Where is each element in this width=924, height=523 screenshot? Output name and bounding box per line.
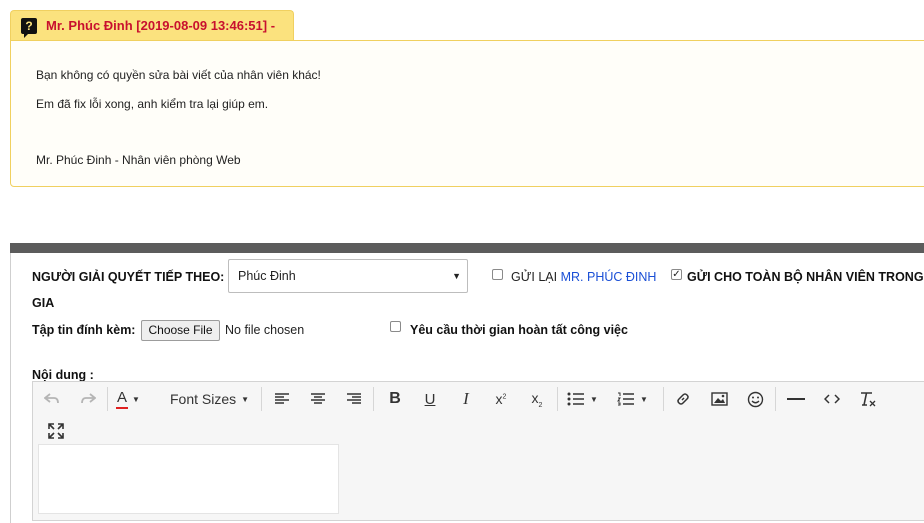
italic-icon: I [463,389,469,408]
image-icon [710,392,728,406]
subscript-icon: x2 [531,389,543,409]
toolbar-separator [261,387,262,411]
toolbar-separator [107,387,108,411]
text-color-icon: A [116,389,129,409]
deadline-checkbox[interactable] [390,321,401,332]
bold-icon: B [389,390,401,407]
fullscreen-icon [48,423,64,439]
caret-down-icon: ▼ [241,394,250,404]
next-handler-select[interactable]: Phúc Đinh ▼ [228,259,468,293]
attachment-label: Tập tin đính kèm: [32,323,136,337]
caret-down-icon: ▼ [590,394,598,404]
panel-divider [10,243,924,253]
undo-icon [44,393,59,404]
numbered-list-button[interactable]: ▼ [617,388,648,410]
comment-line: Em đã fix lỗi xong, anh kiểm tra lại giú… [36,97,269,111]
comment-line: Bạn không có quyền sửa bài viết của nhân… [36,68,321,82]
text-color-button[interactable]: A ▼ [116,388,140,410]
horizontal-rule-icon [787,398,805,400]
next-handler-value: Phúc Đinh [238,269,296,283]
send-all-label: GỬI CHO TOÀN BỘ NHÂN VIÊN TRONG [687,270,924,284]
no-file-text: No file chosen [225,323,305,337]
underline-icon: U [424,390,436,408]
horizontal-rule-button[interactable] [786,388,806,410]
fullscreen-button[interactable] [46,420,66,442]
caret-down-icon: ▼ [640,394,648,404]
code-icon [824,394,840,404]
align-right-icon [347,393,361,404]
toolbar-separator [557,387,558,411]
redo-icon [81,393,96,404]
toolbar-separator [663,387,664,411]
font-sizes-dropdown[interactable]: Font Sizes ▼ [170,388,249,410]
bullet-list-icon [567,392,584,406]
clear-formatting-button[interactable] [858,388,878,410]
deadline-label: Yêu cầu thời gian hoàn tất công việc [410,323,628,337]
send-all-checkbox[interactable]: ✓ [671,269,682,280]
source-code-button[interactable] [822,388,842,410]
bullet-list-button[interactable]: ▼ [567,388,598,410]
toolbar-separator [775,387,776,411]
editor-content-area[interactable] [38,444,339,514]
insert-image-button[interactable] [709,388,729,410]
italic-button[interactable]: I [456,388,476,410]
content-label: Nội dung : [32,368,94,382]
underline-button[interactable]: U [420,388,440,410]
superscript-button[interactable]: x2 [491,388,511,410]
align-center-button[interactable] [308,388,328,410]
insert-link-button[interactable] [673,388,693,410]
comment-body: Bạn không có quyền sửa bài viết của nhân… [10,40,924,187]
align-center-icon [311,393,325,404]
send-all-label-continued: GIA [32,296,55,310]
undo-button[interactable] [42,388,62,410]
dropdown-arrow-icon: ▼ [452,271,461,281]
toolbar-separator [373,387,374,411]
resend-label: GỬI LẠI MR. PHÚC ĐINH [511,270,657,284]
align-right-button[interactable] [344,388,364,410]
resend-checkbox[interactable] [492,269,503,280]
subscript-button[interactable]: x2 [527,388,547,410]
link-icon [677,393,689,405]
redo-button[interactable] [78,388,98,410]
resend-recipient-link[interactable]: MR. PHÚC ĐINH [561,270,657,284]
superscript-icon: x2 [495,391,507,407]
caret-down-icon: ▼ [132,394,140,404]
bold-button[interactable]: B [385,388,405,410]
comment-title: Mr. Phúc Đinh [2019-08-09 13:46:51] - [46,18,276,33]
next-handler-label: NGƯỜI GIẢI QUYẾT TIẾP THEO: [32,270,225,284]
align-left-button[interactable] [272,388,292,410]
numbered-list-icon [617,392,634,406]
choose-file-button[interactable]: Choose File [141,320,220,341]
comment-header-tab: ? Mr. Phúc Đinh [2019-08-09 13:46:51] - [10,10,295,40]
question-icon: ? [21,17,37,38]
smiley-icon [747,391,763,407]
emoji-button[interactable] [745,388,765,410]
clear-format-icon [861,392,876,407]
align-left-icon [275,393,289,404]
comment-signature: Mr. Phúc Đinh - Nhân viên phòng Web [36,153,241,167]
